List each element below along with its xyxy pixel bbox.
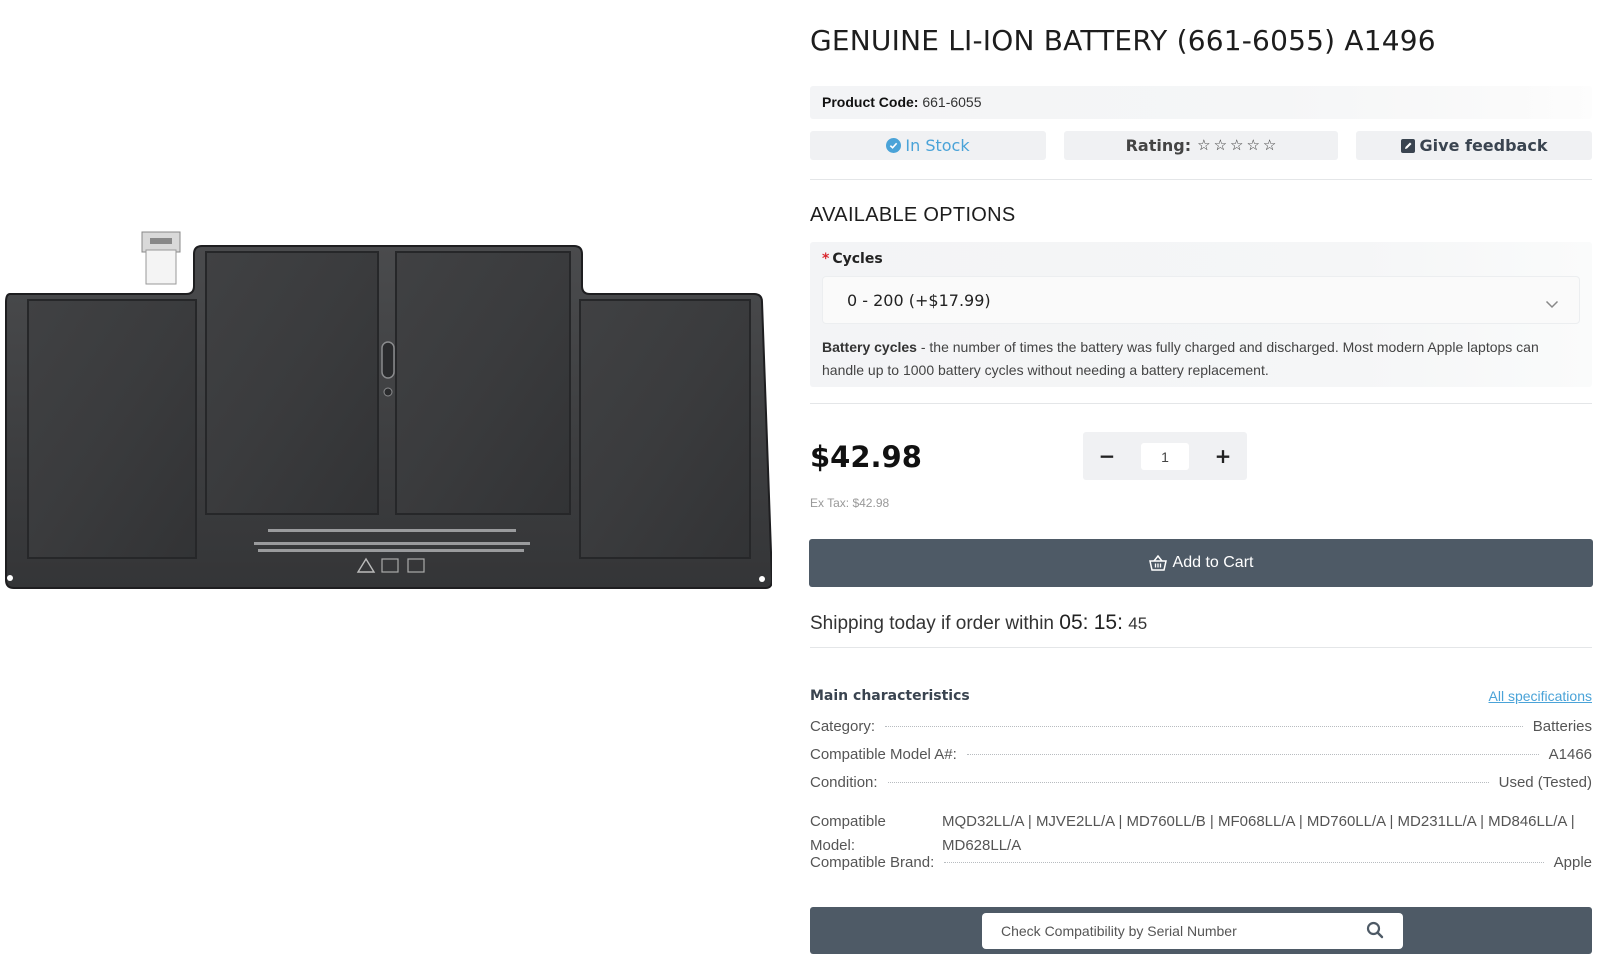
star-icon[interactable]: ☆: [1263, 138, 1276, 153]
star-icon[interactable]: ☆: [1246, 138, 1259, 153]
star-icon[interactable]: ☆: [1230, 138, 1243, 153]
rating-label: Rating:: [1125, 136, 1192, 155]
divider: [810, 403, 1592, 404]
all-specifications-link[interactable]: All specifications: [1489, 688, 1593, 704]
available-options-title: AVAILABLE OPTIONS: [810, 204, 1016, 226]
divider: [810, 179, 1592, 180]
ex-tax-price: Ex Tax: $42.98: [810, 496, 890, 510]
cycles-option-box: * Cycles 0 - 200 (+$17.99) Battery cycles…: [810, 242, 1592, 387]
product-code-label: Product Code:: [822, 94, 919, 110]
spec-row-condition: Condition: Used (Tested): [810, 774, 1592, 791]
countdown-seconds: 45: [1128, 614, 1148, 633]
add-to-cart-label: Add to Cart: [1172, 554, 1254, 571]
star-icon[interactable]: ☆: [1214, 138, 1227, 153]
divider: [810, 647, 1592, 648]
cycles-help-text: Battery cycles - the number of times the…: [822, 339, 1539, 378]
decrease-quantity-button[interactable]: −: [1095, 444, 1119, 468]
quantity-input[interactable]: [1141, 443, 1189, 470]
product-image[interactable]: [0, 220, 772, 610]
add-to-cart-button[interactable]: Add to Cart: [809, 539, 1593, 587]
chevron-down-icon: [1545, 294, 1559, 313]
product-info: GENUINE LI-ION BATTERY (661-6055) A1496 …: [809, 0, 1593, 972]
spec-row-category: Category: Batteries: [810, 718, 1592, 735]
stock-label: In Stock: [905, 136, 970, 155]
countdown-hours: 05: [1059, 611, 1083, 634]
cycles-selected-value: 0 - 200 (+$17.99): [847, 290, 991, 310]
cycles-label: * Cycles: [822, 251, 883, 267]
give-feedback-label: Give feedback: [1419, 136, 1548, 155]
product-code-value: 661-6055: [922, 94, 982, 110]
rating-box: Rating: ☆ ☆ ☆ ☆ ☆: [1064, 131, 1338, 160]
basket-icon: [1148, 555, 1167, 571]
search-icon[interactable]: [1366, 921, 1384, 944]
star-icon[interactable]: ☆: [1197, 138, 1210, 153]
cycles-select[interactable]: 0 - 200 (+$17.99): [822, 276, 1580, 324]
shipping-text: Shipping today if order within: [810, 613, 1054, 634]
spec-row-model-number: Compatible Model A#: A1466: [810, 746, 1592, 763]
rating-stars[interactable]: ☆ ☆ ☆ ☆ ☆: [1197, 138, 1276, 153]
give-feedback-button[interactable]: Give feedback: [1356, 131, 1592, 160]
edit-square-icon: [1400, 138, 1415, 153]
quantity-stepper: − +: [1083, 432, 1247, 480]
price: $42.98: [810, 440, 922, 474]
required-mark: *: [822, 251, 830, 267]
spec-row-brand: Compatible Brand: Apple: [810, 854, 1592, 871]
countdown-minutes: 15: [1093, 611, 1118, 634]
increase-quantity-button[interactable]: +: [1211, 444, 1235, 468]
product-code-box: Product Code: 661-6055: [810, 86, 1592, 119]
check-circle-icon: [886, 138, 902, 153]
main-characteristics-title: Main characteristics: [810, 688, 970, 704]
product-title: GENUINE LI-ION BATTERY (661-6055) A1496: [810, 24, 1436, 57]
serial-number-search-input[interactable]: [982, 913, 1403, 949]
compatibility-check-bar: [810, 907, 1592, 954]
stock-status: In Stock: [810, 131, 1046, 160]
shipping-countdown: Shipping today if order within 05: 15: 4…: [810, 611, 1148, 634]
